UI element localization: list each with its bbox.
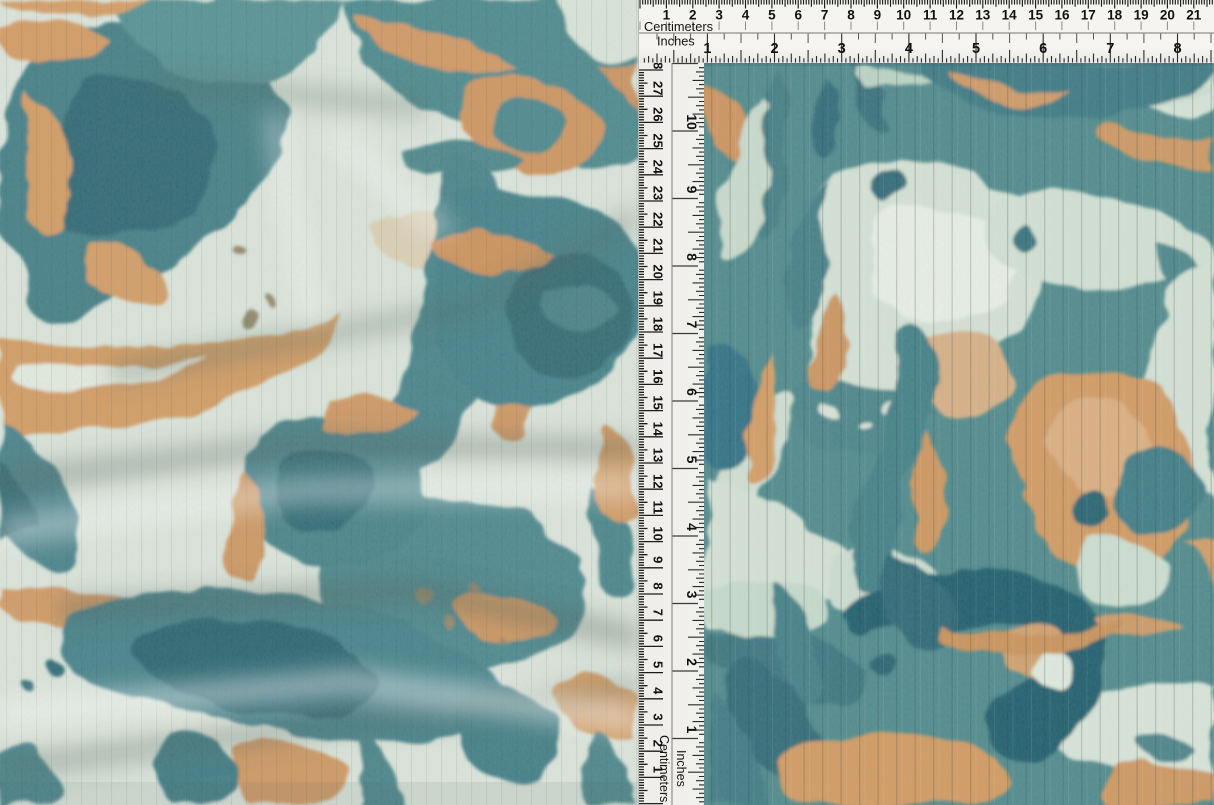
svg-text:2: 2	[770, 41, 778, 57]
svg-text:18: 18	[651, 317, 666, 331]
svg-text:21: 21	[651, 238, 666, 252]
svg-text:15: 15	[1028, 8, 1044, 23]
svg-text:6: 6	[651, 635, 666, 642]
svg-text:20: 20	[1160, 8, 1175, 23]
svg-text:8: 8	[1173, 41, 1181, 57]
svg-text:17: 17	[651, 343, 666, 357]
svg-text:11: 11	[923, 8, 938, 23]
svg-text:13: 13	[651, 448, 666, 462]
svg-text:Centimeters: Centimeters	[657, 735, 671, 802]
svg-text:2: 2	[684, 658, 700, 666]
svg-text:25: 25	[651, 133, 666, 147]
svg-text:27: 27	[651, 81, 666, 95]
svg-text:Centimeters: Centimeters	[644, 19, 713, 34]
svg-text:9: 9	[684, 186, 700, 194]
svg-text:8: 8	[847, 8, 855, 23]
svg-text:10: 10	[651, 526, 666, 540]
svg-text:12: 12	[651, 474, 666, 488]
svg-text:8: 8	[651, 582, 666, 589]
svg-text:Inches: Inches	[657, 34, 695, 49]
svg-text:12: 12	[949, 8, 964, 23]
svg-text:4: 4	[651, 687, 666, 695]
svg-text:13: 13	[975, 8, 991, 23]
svg-text:21: 21	[1186, 8, 1202, 23]
svg-text:10: 10	[684, 114, 700, 130]
svg-text:17: 17	[1081, 8, 1096, 23]
svg-text:3: 3	[838, 41, 846, 57]
svg-text:16: 16	[651, 369, 666, 383]
svg-text:24: 24	[651, 160, 666, 175]
svg-text:20: 20	[651, 264, 666, 278]
svg-text:19: 19	[1134, 8, 1149, 23]
svg-text:1: 1	[684, 726, 700, 734]
svg-text:5: 5	[684, 456, 700, 464]
svg-text:15: 15	[651, 395, 666, 409]
svg-text:4: 4	[684, 523, 700, 531]
svg-text:9: 9	[874, 8, 882, 23]
svg-text:9: 9	[651, 556, 666, 563]
svg-text:19: 19	[651, 291, 666, 305]
svg-text:3: 3	[715, 8, 723, 23]
svg-text:7: 7	[651, 609, 666, 616]
svg-text:6: 6	[684, 388, 700, 396]
svg-text:22: 22	[651, 212, 666, 226]
svg-text:26: 26	[651, 107, 666, 121]
svg-text:7: 7	[684, 321, 700, 329]
svg-text:14: 14	[1002, 8, 1018, 23]
svg-text:5: 5	[972, 41, 980, 57]
svg-text:6: 6	[794, 8, 802, 23]
svg-text:18: 18	[1107, 8, 1123, 23]
svg-text:23: 23	[651, 186, 666, 200]
svg-text:1: 1	[703, 41, 711, 57]
svg-text:5: 5	[768, 8, 776, 23]
svg-text:6: 6	[1039, 41, 1047, 57]
svg-text:5: 5	[651, 661, 666, 668]
svg-text:8: 8	[684, 253, 700, 261]
svg-text:3: 3	[651, 713, 666, 720]
svg-text:10: 10	[896, 8, 911, 23]
svg-text:7: 7	[821, 8, 829, 23]
svg-text:7: 7	[1106, 41, 1114, 57]
svg-text:11: 11	[651, 501, 666, 515]
svg-text:4: 4	[742, 8, 750, 23]
svg-text:14: 14	[651, 422, 666, 437]
svg-text:3: 3	[684, 591, 700, 599]
svg-text:16: 16	[1054, 8, 1070, 23]
svg-text:Inches: Inches	[674, 750, 688, 787]
svg-text:4: 4	[905, 41, 913, 57]
